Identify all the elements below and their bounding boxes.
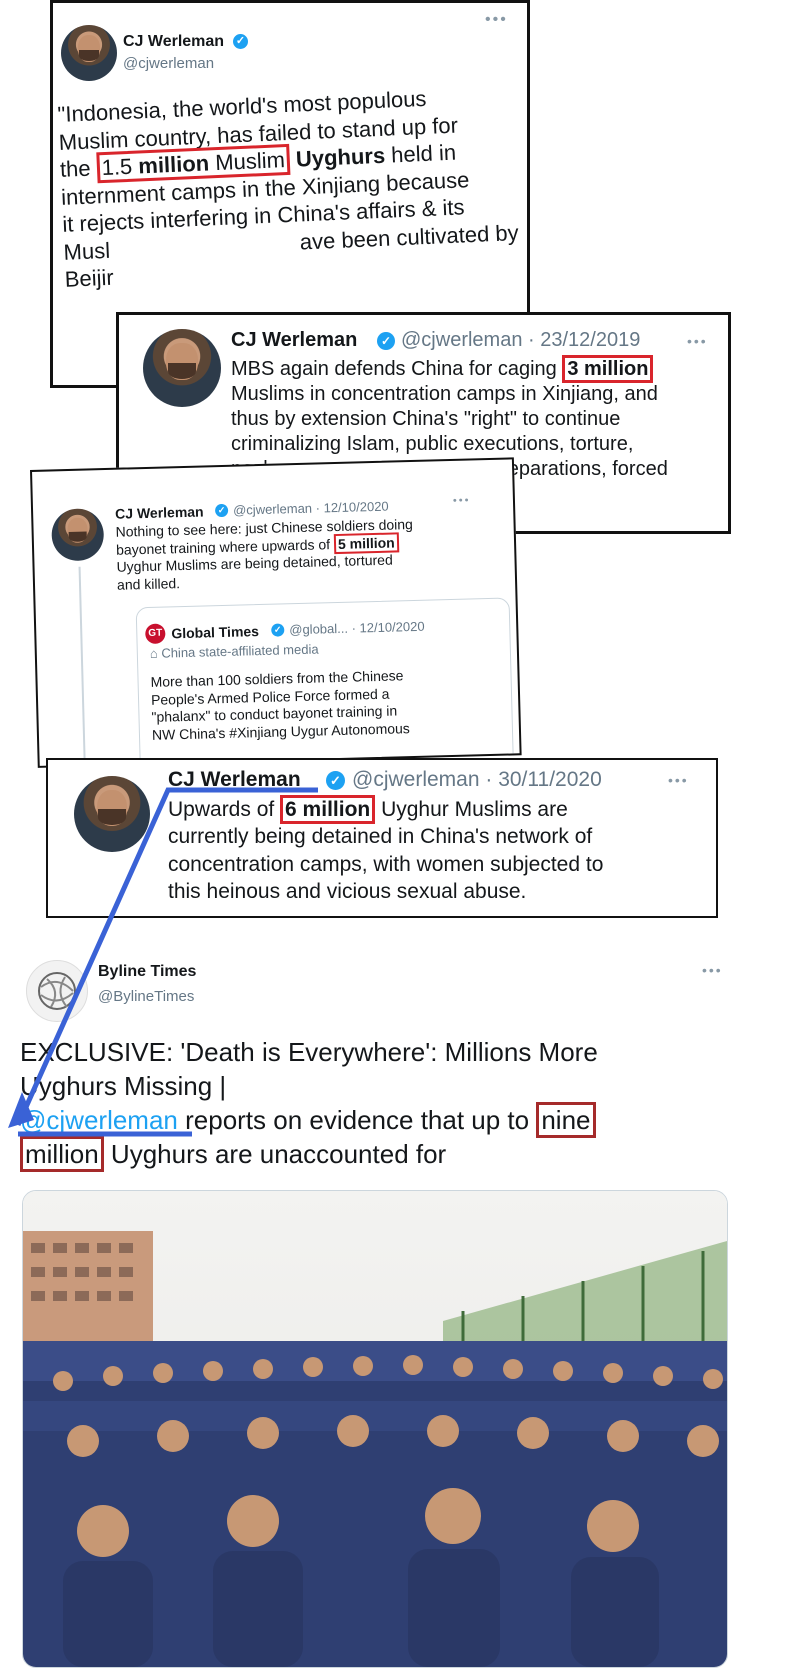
- link-preview-image[interactable]: [22, 1190, 728, 1668]
- camp-photo: [23, 1191, 727, 1667]
